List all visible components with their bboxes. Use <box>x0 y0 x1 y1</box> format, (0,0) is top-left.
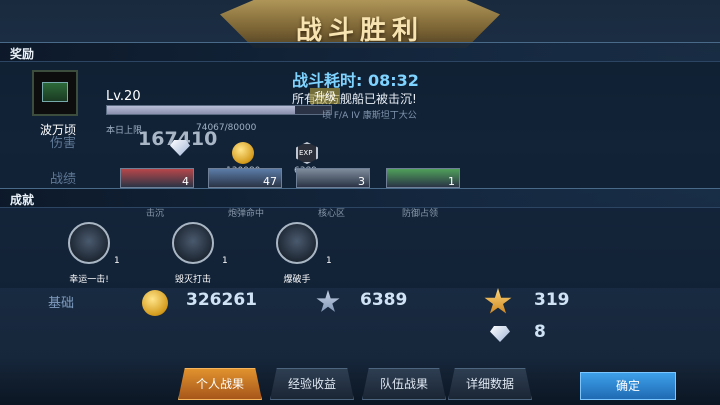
achievements-section-header: 成就 <box>0 188 720 208</box>
gem-icon <box>490 326 510 342</box>
xp-progress-fill <box>107 106 296 114</box>
sink-card[interactable]: 4 <box>120 168 194 188</box>
base-coins-value: 326261 <box>186 290 257 310</box>
capture-card[interactable]: 1 <box>386 168 460 188</box>
base-gems-value: 8 <box>534 322 546 342</box>
base-xp-value: 6389 <box>360 290 408 310</box>
xp-star-icon <box>316 290 340 312</box>
card-caption-hit: 炮弹命中 <box>228 209 265 219</box>
achievement-label: 毁灭打击 <box>174 275 211 285</box>
demolisher-icon[interactable] <box>276 222 318 264</box>
damage-label: 伤害 <box>50 136 77 151</box>
citadel-card[interactable]: 3 <box>296 168 370 188</box>
achievements-section-label: 成就 <box>10 193 35 207</box>
tab-personal-results[interactable]: 个人战果 <box>178 368 262 400</box>
achievement-label: 幸运一击! <box>69 275 109 285</box>
tab-team-results[interactable]: 队伍战果 <box>362 368 446 400</box>
achievement-label: 爆破手 <box>283 275 311 285</box>
commander-xp-icon <box>484 288 512 314</box>
ship-info-text: 顷 F/A IV 康斯坦丁大公 <box>322 111 417 121</box>
coin-icon <box>142 290 168 316</box>
ship-icon <box>42 82 68 102</box>
card-caption-citadel: 核心区 <box>318 209 346 219</box>
rewards-section-header: 奖励 <box>0 42 720 62</box>
avatar[interactable] <box>32 70 78 116</box>
rewards-section-label: 奖励 <box>10 47 35 61</box>
card-caption-sink: 击沉 <box>146 209 165 219</box>
achievement-count: 1 <box>326 256 332 266</box>
xp-daily-cap-label: 本日上限 <box>106 126 143 136</box>
confirm-button[interactable]: 确定 <box>580 372 676 400</box>
achievement-count: 1 <box>222 256 228 266</box>
tab-xp-earnings[interactable]: 经验收益 <box>270 368 354 400</box>
tab-detailed-data[interactable]: 详细数据 <box>448 368 532 400</box>
card-caption-capture: 防御占领 <box>402 209 439 219</box>
level-up-tag: 升级 <box>310 88 340 104</box>
base-label: 基础 <box>48 296 75 311</box>
record-label: 战绩 <box>50 172 77 187</box>
devastating-strike-icon[interactable] <box>172 222 214 264</box>
coin-icon <box>232 142 254 164</box>
lucky-strike-icon[interactable] <box>68 222 110 264</box>
hit-card[interactable]: 47 <box>208 168 282 188</box>
level-label: Lv.20 <box>106 89 141 104</box>
achievement-count: 1 <box>114 256 120 266</box>
commander-xp-value: 319 <box>534 290 570 310</box>
